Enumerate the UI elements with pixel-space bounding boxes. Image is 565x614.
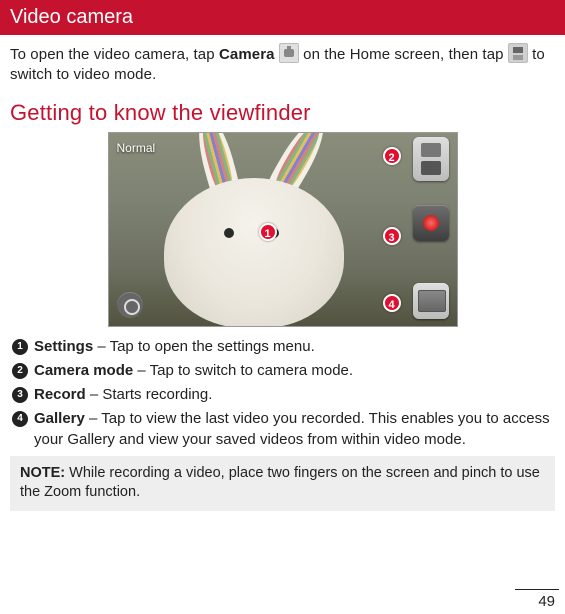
intro-bold-camera: Camera (219, 46, 275, 63)
settings-gear-icon (117, 292, 143, 318)
callout-bold-2: Camera mode (34, 362, 133, 379)
callout-bold-1: Settings (34, 338, 93, 355)
bunny-plush-body (164, 178, 344, 327)
callout-list: 1 Settings – Tap to open the settings me… (10, 337, 555, 450)
callout-text-3: Record – Starts recording. (34, 385, 212, 405)
record-button (413, 205, 449, 241)
bullet-number: 1 (12, 339, 28, 355)
callout-marker-1: 1 (259, 223, 277, 241)
bullet-number: 2 (12, 363, 28, 379)
callout-desc-3: – Starts recording. (86, 386, 213, 403)
callout-desc-4: – Tap to view the last video you recorde… (34, 410, 550, 447)
list-item: 4 Gallery – Tap to view the last video y… (12, 409, 555, 450)
callout-text-4: Gallery – Tap to view the last video you… (34, 409, 555, 450)
intro-part1: To open the video camera, tap (10, 46, 219, 63)
bullet-number: 4 (12, 411, 28, 427)
callout-desc-2: – Tap to switch to camera mode. (133, 362, 353, 379)
subheading-viewfinder: Getting to know the viewfinder (10, 100, 555, 126)
callout-text-2: Camera mode – Tap to switch to camera mo… (34, 361, 353, 381)
video-mode-switch-icon (508, 43, 528, 63)
list-item: 2 Camera mode – Tap to switch to camera … (12, 361, 555, 381)
viewfinder-screenshot: Normal 1 2 3 4 (108, 132, 458, 327)
viewfinder-side-panel (405, 133, 457, 326)
callout-marker-4: 4 (383, 294, 401, 312)
bullet-number: 3 (12, 387, 28, 403)
bunny-eye-left (224, 228, 234, 238)
note-box: NOTE: While recording a video, place two… (10, 456, 555, 511)
callout-desc-1: – Tap to open the settings menu. (93, 338, 315, 355)
camera-app-icon (279, 43, 299, 63)
list-item: 1 Settings – Tap to open the settings me… (12, 337, 555, 357)
page-number: 49 (538, 593, 555, 610)
callout-bold-3: Record (34, 386, 86, 403)
note-text: While recording a video, place two finge… (20, 465, 540, 501)
list-item: 3 Record – Starts recording. (12, 385, 555, 405)
intro-part3: on the Home screen, then tap (299, 46, 508, 63)
viewfinder-mode-label: Normal (117, 141, 156, 155)
gallery-thumbnail-button (413, 283, 449, 319)
section-title: Video camera (10, 6, 133, 28)
note-label: NOTE: (20, 465, 65, 481)
callout-marker-2: 2 (383, 147, 401, 165)
callout-bold-4: Gallery (34, 410, 85, 427)
intro-paragraph: To open the video camera, tap Camera on … (10, 43, 555, 86)
section-header: Video camera (0, 0, 565, 35)
callout-marker-3: 3 (383, 227, 401, 245)
camera-mode-switch-button (413, 137, 449, 181)
callout-text-1: Settings – Tap to open the settings menu… (34, 337, 315, 357)
